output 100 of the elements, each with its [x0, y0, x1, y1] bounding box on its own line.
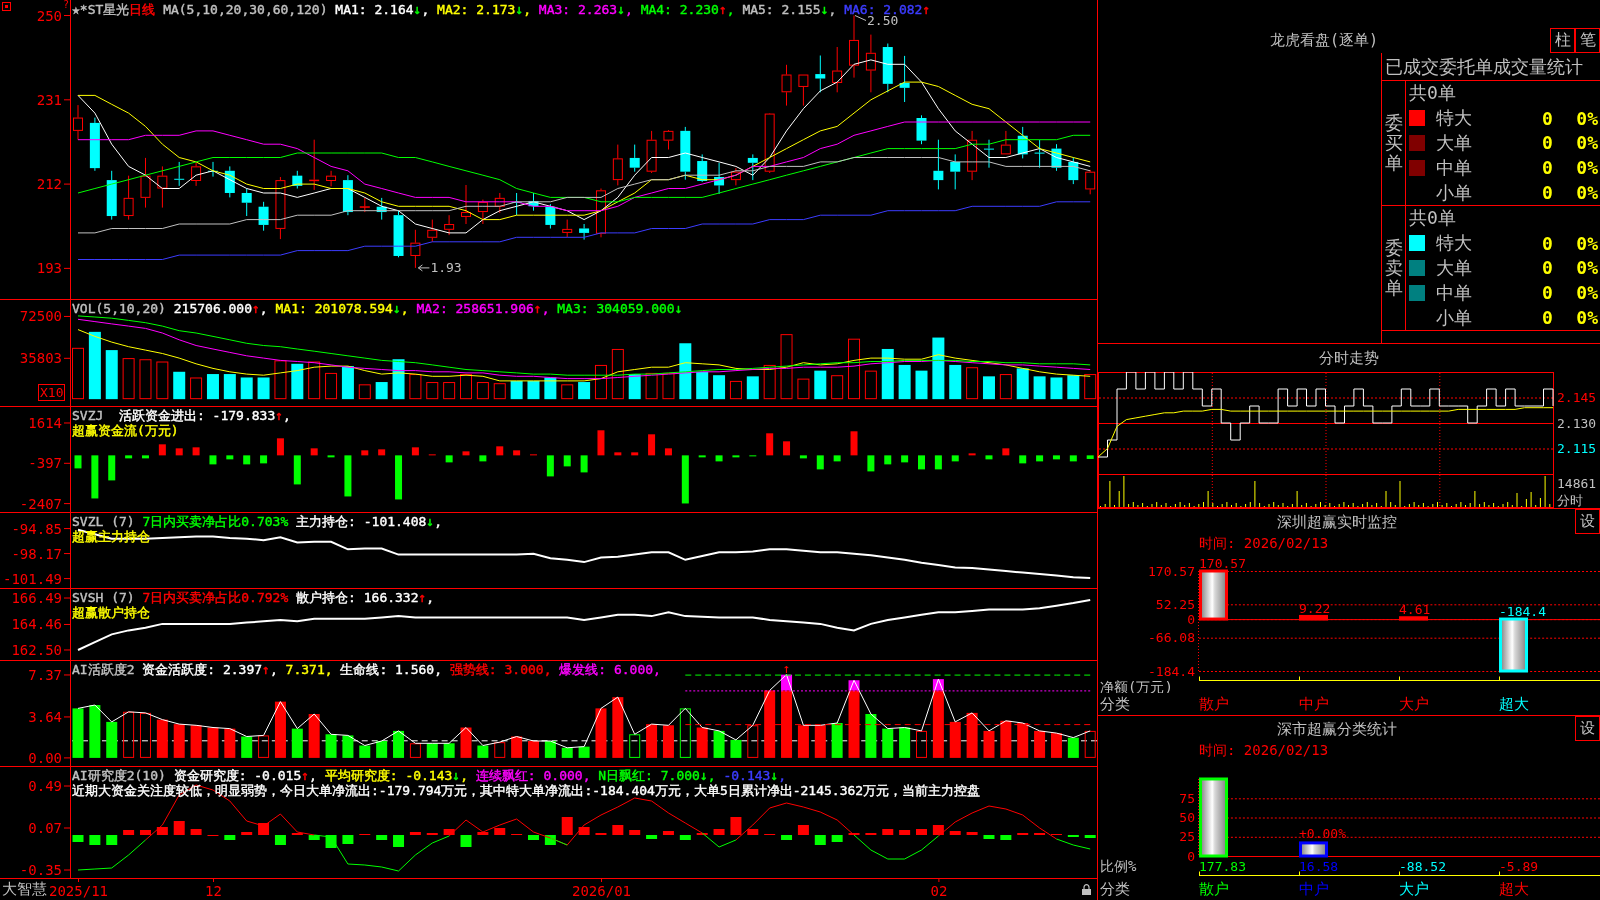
axis-label: -0.35	[19, 862, 62, 878]
activity-bar	[308, 714, 320, 758]
volume-bar	[156, 361, 169, 400]
axis-label: -98.17	[11, 545, 62, 562]
help-mark[interactable]: ?	[63, 0, 70, 10]
axis-label: 35803	[19, 350, 62, 367]
candlestick	[1017, 126, 1028, 159]
date-label: 02	[930, 878, 948, 899]
activity-bar	[1000, 720, 1012, 758]
candlestick	[832, 46, 843, 93]
axis-label: 25	[1179, 829, 1195, 845]
order-count: 0	[1542, 282, 1553, 304]
research-bar	[747, 829, 759, 835]
panel-title: 深圳超赢实时监控	[1276, 512, 1397, 532]
axis-title: 分类	[1100, 695, 1130, 713]
axis-label: 193	[36, 260, 62, 277]
fund-flow-bar	[631, 452, 639, 456]
order-size-label: 小单	[1436, 181, 1472, 203]
axis-label: 14861	[1557, 475, 1597, 491]
activity-bar	[696, 727, 708, 758]
volume-bar	[915, 370, 928, 400]
activity-bar	[511, 736, 523, 758]
axis-label: 分时	[1557, 492, 1583, 508]
settings-button[interactable]: 设	[1575, 716, 1600, 741]
volume-bar	[696, 371, 709, 400]
research-bar	[949, 831, 961, 835]
net-readout: 16.58	[1299, 858, 1339, 874]
order-percent: 0%	[1576, 107, 1598, 129]
axis-label: 2.145	[1557, 390, 1597, 405]
square-icon[interactable]	[2, 2, 11, 11]
x-tick-label: 12	[205, 883, 222, 899]
fund-flow-bar	[951, 455, 959, 462]
order-percent: 0%	[1576, 282, 1598, 304]
candlestick	[258, 201, 269, 232]
fund-flow-bar	[158, 444, 166, 456]
candlestick	[781, 64, 792, 107]
mode-button[interactable]: 柱	[1550, 28, 1575, 53]
mode-button[interactable]: 笔	[1575, 28, 1600, 53]
fund-flow-bar	[1086, 455, 1094, 459]
research-bar	[578, 827, 590, 835]
fund-flow-bar	[918, 455, 925, 470]
activity-bar	[106, 721, 118, 758]
chart-legend: AI研究度2(10) 资金研究度: -0.015↑, 平均研究度: -0.143↓, 连续飘红: 0.000, N日飘红: 7.000↓, -0.143↓,	[72, 768, 787, 783]
volume-bar	[814, 370, 827, 400]
candlestick	[579, 223, 590, 241]
activity-bar	[949, 721, 961, 758]
candlestick	[309, 139, 320, 191]
net-readout: 177.83	[1199, 858, 1246, 874]
research-bar	[797, 825, 809, 835]
activity-bar	[983, 730, 995, 758]
candlestick	[967, 130, 978, 181]
candlestick	[629, 144, 640, 173]
axis-label: 166.49	[11, 590, 62, 607]
activity-bar	[393, 730, 405, 758]
research-bar	[342, 835, 354, 844]
axis-label: 170.57	[1148, 563, 1195, 579]
volume-bar	[291, 363, 304, 400]
timestamp: 时间: 2026/02/13	[1199, 742, 1329, 760]
activity-bar	[494, 742, 506, 758]
candlestick	[275, 176, 286, 240]
research-bar	[781, 835, 793, 840]
axis-label: 0.49	[28, 778, 62, 794]
fund-flow-bar	[867, 455, 875, 472]
research-bar	[713, 829, 725, 835]
fund-flow-bar	[664, 448, 672, 456]
volume-bar	[999, 374, 1012, 400]
lock-icon[interactable]	[1082, 884, 1091, 895]
research-bar	[173, 821, 185, 835]
activity-bar	[916, 730, 927, 758]
date-label: 2025/11	[49, 878, 108, 899]
order-percent: 0%	[1576, 132, 1598, 154]
activity-bar	[460, 727, 472, 758]
activity-bar	[730, 739, 742, 758]
axis-label: 162.50	[11, 641, 62, 658]
research-bar	[494, 828, 506, 835]
activity-bar	[747, 725, 759, 758]
research-bar	[89, 835, 101, 845]
research-bar	[561, 817, 573, 835]
candlestick	[1085, 169, 1096, 195]
volume-bar	[645, 372, 658, 400]
fund-flow-bar	[816, 455, 824, 470]
candlestick	[73, 104, 83, 141]
category-bar	[1499, 617, 1528, 673]
settings-button[interactable]: 设	[1575, 509, 1600, 534]
activity-bar	[207, 727, 219, 758]
chart-legend: 超赢资金流(万元)	[72, 423, 179, 438]
candlestick	[123, 175, 134, 221]
activity-bar	[1067, 737, 1079, 758]
volume-bar	[409, 374, 422, 400]
scale-badge: X10	[38, 384, 66, 401]
activity-bar	[274, 701, 286, 758]
activity-bar	[123, 711, 135, 758]
activity-bar	[814, 725, 826, 758]
category-label: 超大	[1499, 695, 1529, 713]
date-label: 12	[205, 878, 222, 899]
research-bar	[983, 835, 995, 839]
category-label: 散户	[1199, 695, 1229, 713]
chart-legend: 超赢散户持仓	[72, 605, 150, 620]
value-label: -184.4	[1499, 603, 1546, 619]
activity-bar	[376, 741, 388, 758]
